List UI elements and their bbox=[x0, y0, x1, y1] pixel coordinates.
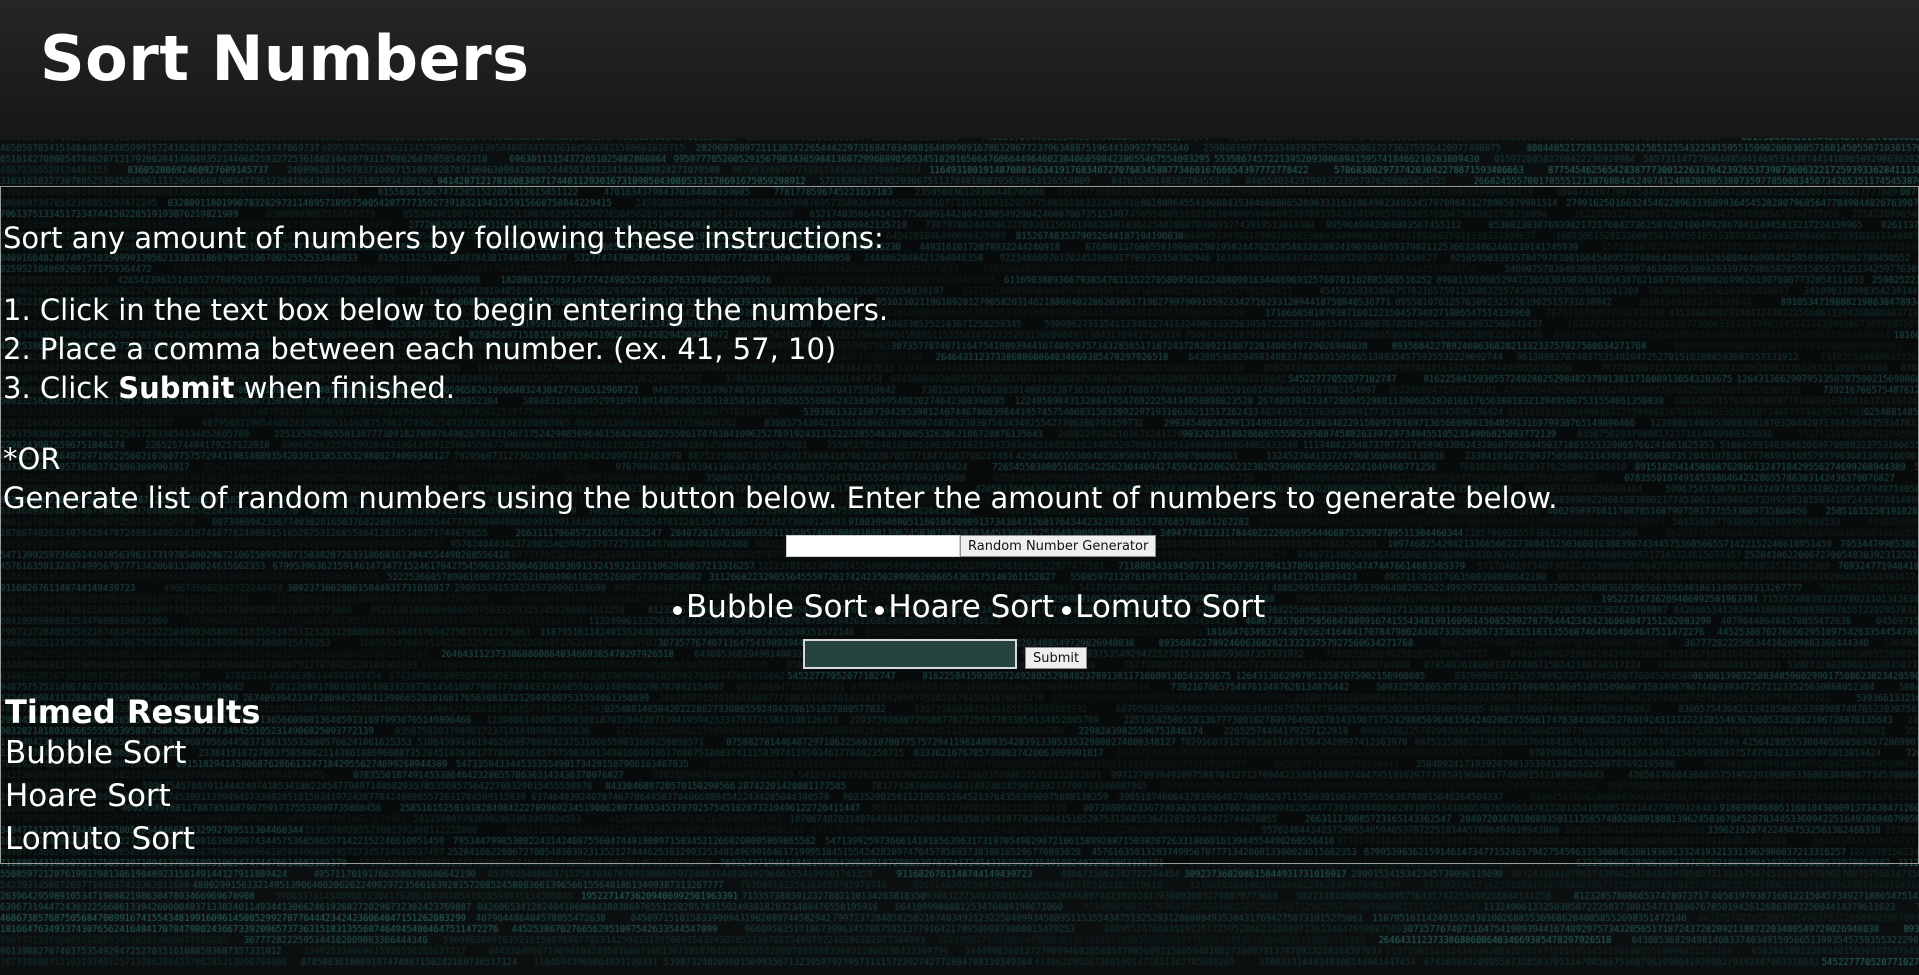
page-title: Sort Numbers bbox=[40, 22, 530, 95]
instruction-step-2: 2. Place a comma between each number. (e… bbox=[3, 332, 837, 366]
instructions-intro: Sort any amount of numbers by following … bbox=[3, 221, 884, 255]
radio-bullet-icon bbox=[673, 605, 682, 615]
generate-count-input[interactable] bbox=[786, 535, 960, 557]
numbers-input[interactable] bbox=[803, 639, 1017, 669]
step-3-suffix: when finished. bbox=[234, 371, 455, 405]
generate-instructions: Generate list of random numbers using th… bbox=[3, 481, 1558, 515]
submit-row: Submit bbox=[803, 639, 1088, 669]
submit-button[interactable]: Submit bbox=[1025, 647, 1088, 669]
radio-bubble-sort[interactable]: Bubble Sort bbox=[673, 589, 867, 625]
result-lomuto-sort: Lomuto Sort bbox=[5, 821, 196, 857]
sort-algorithm-options: Bubble Sort Hoare Sort Lomuto Sort bbox=[673, 589, 1273, 625]
generator-row: Random Number Generator bbox=[786, 535, 1157, 557]
radio-lomuto-sort[interactable]: Lomuto Sort bbox=[1062, 589, 1265, 625]
radio-hoare-sort[interactable]: Hoare Sort bbox=[875, 589, 1054, 625]
instruction-step-3: 3. Click Submit when finished. bbox=[3, 371, 455, 405]
radio-label: Lomuto Sort bbox=[1075, 589, 1266, 625]
result-bubble-sort: Bubble Sort bbox=[5, 735, 187, 771]
instruction-step-1: 1. Click in the text box below to begin … bbox=[3, 293, 889, 327]
step-3-submit-word: Submit bbox=[118, 371, 235, 405]
or-label: *OR bbox=[3, 442, 61, 476]
radio-bullet-icon bbox=[1062, 605, 1072, 615]
result-hoare-sort: Hoare Sort bbox=[5, 778, 171, 814]
timed-results-title: Timed Results bbox=[5, 693, 261, 731]
radio-label: Bubble Sort bbox=[686, 589, 868, 625]
sort-panel: Sort any amount of numbers by following … bbox=[0, 186, 1919, 864]
random-number-generator-button[interactable]: Random Number Generator bbox=[960, 535, 1157, 557]
radio-bullet-icon bbox=[875, 605, 885, 615]
radio-label: Hoare Sort bbox=[888, 589, 1055, 625]
step-3-prefix: 3. Click bbox=[3, 371, 119, 405]
page-header: Sort Numbers bbox=[0, 0, 1919, 138]
